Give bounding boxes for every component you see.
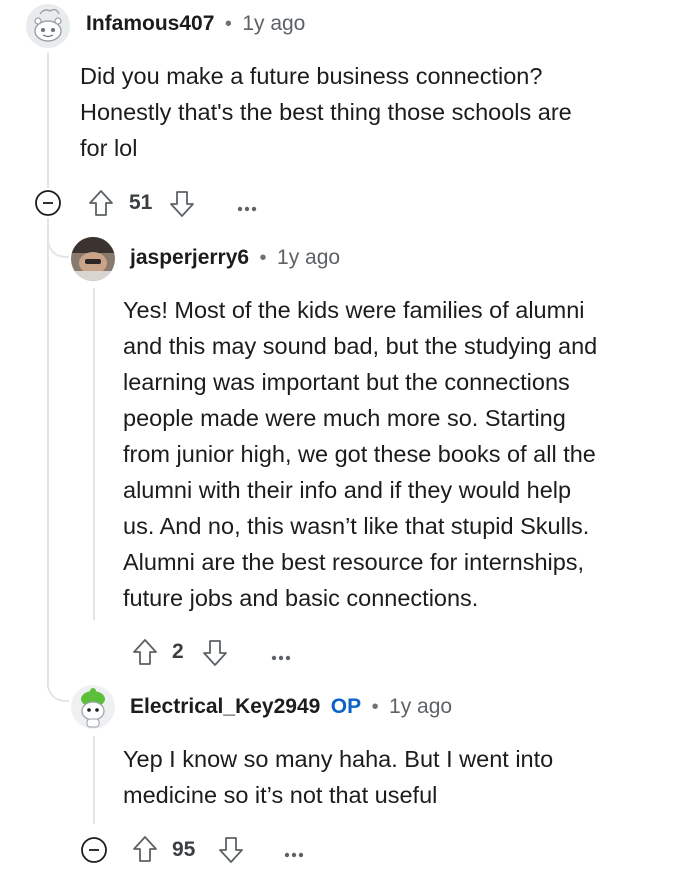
thread-line-reply — [93, 288, 95, 620]
upvote-arrow-icon[interactable] — [131, 834, 159, 869]
separator-dot: • — [259, 247, 267, 269]
comment-line: from junior high, we got these books of … — [123, 441, 596, 467]
vote-count: 51 — [129, 191, 153, 214]
separator-dot: • — [371, 696, 379, 718]
comment-header: Electrical_Key2949 OP • 1y ago — [130, 695, 452, 719]
timestamp: 1y ago — [389, 695, 453, 718]
comment-line: Alumni are the best resource for interns… — [123, 549, 585, 575]
more-options-icon[interactable] — [236, 200, 258, 218]
username[interactable]: Electrical_Key2949 — [130, 695, 320, 718]
more-options-icon[interactable] — [283, 846, 305, 864]
comment-header: Infamous407 • 1y ago — [86, 12, 305, 36]
more-options-icon[interactable] — [270, 649, 292, 667]
comment-line: us. And no, this wasn’t like that stupid… — [123, 513, 590, 539]
thread-line-op — [93, 736, 95, 824]
comment-line: Did you make a future business connectio… — [80, 63, 543, 89]
username[interactable]: Infamous407 — [86, 12, 214, 35]
comment-body: Yep I know so many haha. But I went into… — [123, 741, 693, 813]
photo-avatar-icon[interactable] — [71, 237, 115, 281]
comment-line: medicine so it’s not that useful — [123, 782, 438, 808]
collapse-thread-icon[interactable] — [34, 189, 62, 222]
comment-line: alumni with their info and if they would… — [123, 477, 572, 503]
thread-line-main-lower — [47, 218, 49, 688]
username[interactable]: jasperjerry6 — [130, 246, 249, 269]
comment-line: Yep I know so many haha. But I went into — [123, 746, 554, 772]
green-snoo-avatar-icon[interactable] — [71, 685, 115, 729]
snoo-avatar-icon[interactable] — [26, 4, 70, 48]
comment-line: learning was important but the connectio… — [123, 369, 570, 395]
comment-line: Yes! Most of the kids were families of a… — [123, 297, 585, 323]
timestamp: 1y ago — [242, 12, 306, 35]
upvote-arrow-icon[interactable] — [87, 188, 115, 223]
comment-body: Yes! Most of the kids were families of a… — [123, 292, 693, 616]
upvote-arrow-icon[interactable] — [131, 637, 159, 672]
comment-line: for lol — [80, 135, 138, 161]
vote-count: 2 — [172, 640, 184, 663]
comment-body: Did you make a future business connectio… — [80, 58, 680, 166]
downvote-arrow-icon[interactable] — [217, 835, 245, 870]
thread-line-main — [47, 52, 49, 188]
timestamp: 1y ago — [277, 246, 341, 269]
thread-branch-1 — [47, 232, 69, 258]
op-badge: OP — [330, 695, 362, 718]
comment-line: and this may sound bad, but the studying… — [123, 333, 598, 359]
thread-branch-2 — [47, 676, 69, 702]
collapse-thread-icon[interactable] — [80, 836, 108, 869]
downvote-arrow-icon[interactable] — [201, 638, 229, 673]
vote-count: 95 — [172, 838, 196, 861]
comment-header: jasperjerry6 • 1y ago — [130, 246, 340, 270]
comment-line: Honestly that's the best thing those sch… — [80, 99, 572, 125]
downvote-arrow-icon[interactable] — [168, 189, 196, 224]
separator-dot: • — [224, 13, 232, 35]
comment-line: future jobs and basic connections. — [123, 585, 479, 611]
comment-line: people made were much more so. Starting — [123, 405, 566, 431]
